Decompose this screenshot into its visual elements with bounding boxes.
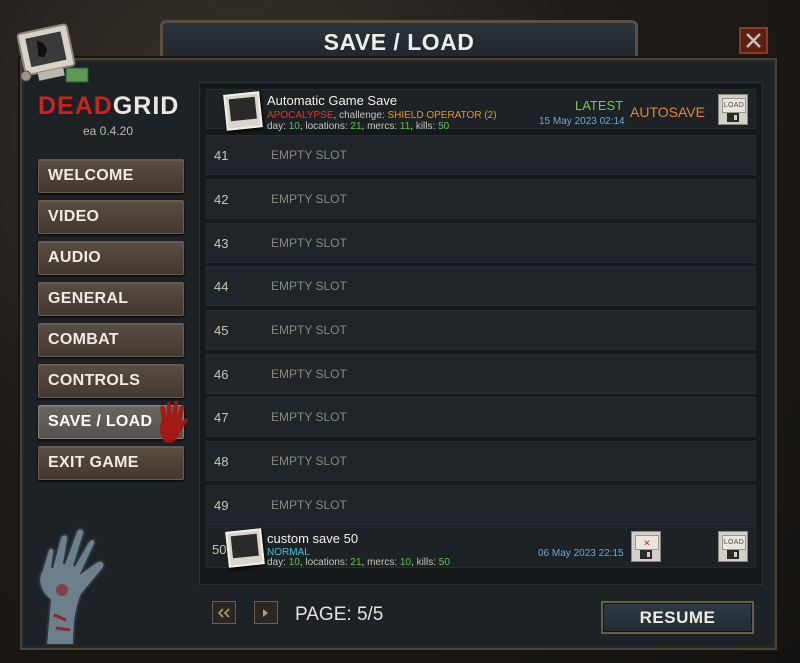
window-title-tab: SAVE / LOAD — [160, 20, 638, 62]
close-icon — [746, 33, 761, 48]
save-date: 06 May 2023 22:15 — [538, 548, 624, 559]
autosave-slot[interactable]: Automatic Game Save APOCALYPSE, challeng… — [206, 89, 756, 132]
right-arrow-icon — [263, 608, 268, 617]
version-label: ea 0.4.20 — [82, 124, 134, 138]
save-slot-empty[interactable]: 41 EMPTY SLOT — [206, 135, 756, 175]
menu-item-exit-game[interactable]: EXIT GAME — [38, 446, 184, 480]
save-slot-empty[interactable]: 44 EMPTY SLOT — [206, 266, 756, 306]
save-slot-panel: Automatic Game Save APOCALYPSE, challeng… — [199, 82, 763, 585]
autosave-tag: AUTOSAVE — [630, 104, 705, 120]
load-button[interactable]: LOAD — [718, 531, 748, 562]
close-button[interactable] — [739, 27, 768, 54]
save-slot-empty[interactable]: 43 EMPTY SLOT — [206, 223, 756, 263]
menu-item-combat[interactable]: COMBAT — [38, 323, 184, 357]
floppy-disk-icon — [727, 113, 739, 122]
menu-item-video[interactable]: VIDEO — [38, 200, 184, 234]
floppy-disk-icon — [640, 550, 652, 559]
menu-item-welcome[interactable]: WELCOME — [38, 159, 184, 193]
floppy-disk-icon — [727, 550, 739, 559]
save-stats-line: day: 10, locations: 21, mercs: 10, kills… — [267, 557, 450, 568]
save-date: 15 May 2023 02:14 — [539, 116, 625, 127]
save-difficulty-line: APOCALYPSE, challenge: SHIELD OPERATOR (… — [267, 110, 497, 121]
load-button[interactable]: LOAD — [718, 94, 748, 125]
resume-button[interactable]: RESUME — [601, 601, 754, 634]
game-logo: DEADGRID — [38, 92, 179, 121]
save-slot-empty[interactable]: 45 EMPTY SLOT — [206, 310, 756, 350]
menu-item-audio[interactable]: AUDIO — [38, 241, 184, 275]
custom-save-slot[interactable]: 50 custom save 50 NORMAL day: 10, locati… — [206, 526, 756, 568]
latest-badge: LATEST — [575, 98, 624, 113]
double-left-arrow-icon — [218, 607, 230, 618]
logo-grid: GRID — [112, 92, 180, 120]
save-title: Automatic Game Save — [267, 93, 398, 108]
menu-item-save-load[interactable]: SAVE / LOAD — [38, 400, 188, 443]
save-thumbnail — [225, 528, 265, 568]
save-slot-empty[interactable]: 47 EMPTY SLOT — [206, 397, 756, 437]
menu-item-general[interactable]: GENERAL — [38, 282, 184, 316]
slot-number: 50 — [212, 542, 227, 557]
save-slot-empty[interactable]: 49 EMPTY SLOT — [206, 485, 756, 525]
menu-item-controls[interactable]: CONTROLS — [38, 364, 184, 398]
delete-button[interactable]: ✕ — [631, 531, 661, 562]
save-title: custom save 50 — [267, 531, 359, 546]
page-indicator: PAGE: 5/5 — [295, 604, 384, 625]
save-slot-empty[interactable]: 42 EMPTY SLOT — [206, 179, 756, 219]
save-slot-empty[interactable]: 46 EMPTY SLOT — [206, 354, 756, 394]
logo-dead: DEAD — [38, 92, 113, 120]
first-page-button[interactable] — [212, 601, 236, 624]
save-stats-line: day: 10, locations: 21, mercs: 11, kills… — [267, 121, 450, 132]
save-thumbnail — [223, 91, 263, 131]
zombie-hand-icon — [26, 520, 118, 646]
logo-computer-icon — [10, 16, 90, 92]
save-slot-empty[interactable]: 48 EMPTY SLOT — [206, 441, 756, 481]
window-title: SAVE / LOAD — [323, 29, 475, 55]
next-page-button[interactable] — [254, 601, 278, 624]
bloody-hand-icon — [159, 400, 188, 443]
